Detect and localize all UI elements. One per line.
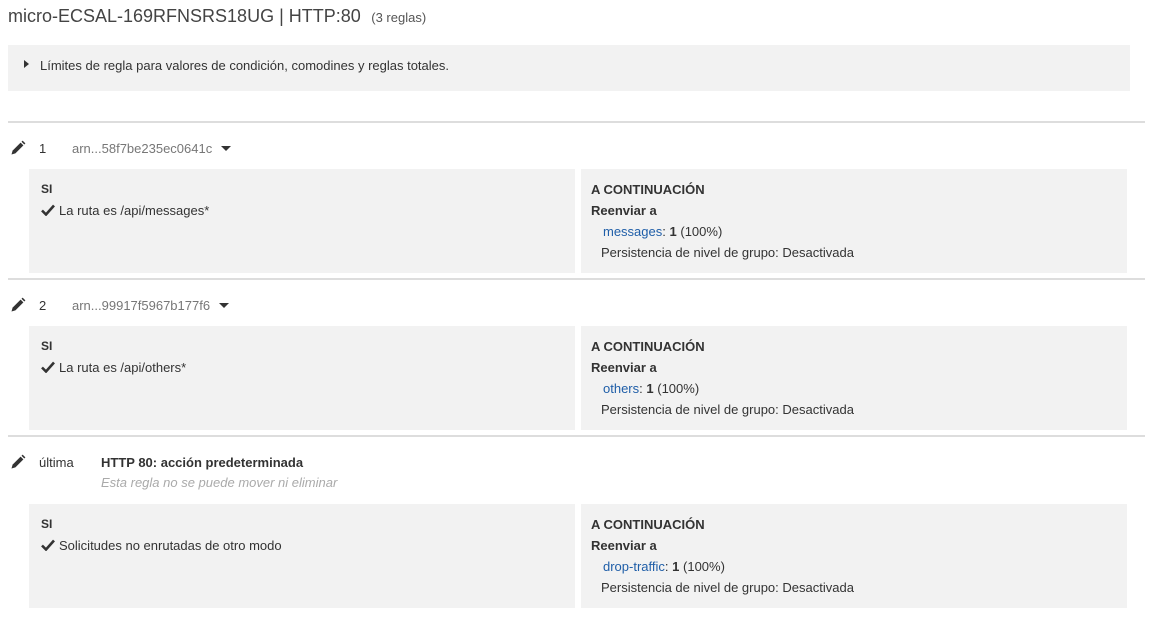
target-weight: 1: [669, 224, 677, 239]
condition-text: La ruta es /api/others*: [59, 360, 187, 375]
page-header: micro-ECSAL-169RFNSRS18UG | HTTP:80 (3 r…: [8, 6, 426, 27]
target-group-link[interactable]: messages: [603, 224, 662, 239]
then-heading: A CONTINUACIÓN: [591, 517, 705, 532]
target-weight: 1: [646, 381, 654, 396]
target-separator: :: [662, 224, 666, 239]
target-weight: 1: [672, 559, 680, 574]
if-heading: SI: [41, 182, 53, 196]
rule-condition: Solicitudes no enrutadas de otro modo: [41, 538, 282, 553]
caret-down-icon[interactable]: [219, 303, 230, 308]
target-group: others: 1 (100%): [603, 381, 699, 396]
rules-count: (3 reglas): [371, 10, 427, 25]
rule-arn-dropdown[interactable]: arn...99917f5967b177f6: [72, 298, 230, 313]
target-separator: :: [639, 381, 643, 396]
target-percent: (100%): [683, 559, 725, 574]
rule-number: 2: [39, 298, 47, 313]
rule-2-then-panel: A CONTINUACIÓN Reenviar a others: 1 (100…: [581, 326, 1127, 430]
rule-arn-text[interactable]: arn...99917f5967b177f6: [72, 298, 210, 313]
pencil-icon[interactable]: [10, 297, 26, 313]
stickiness-status: Persistencia de nivel de grupo: Desactiv…: [601, 245, 854, 260]
check-icon: [41, 539, 55, 551]
check-icon: [41, 204, 55, 216]
target-percent: (100%): [657, 381, 700, 396]
section-divider: [8, 121, 1145, 123]
target-group-link[interactable]: drop-traffic: [603, 559, 665, 574]
rule-condition: La ruta es /api/others*: [41, 360, 186, 375]
target-group: drop-traffic: 1 (100%): [603, 559, 725, 574]
pencil-icon[interactable]: [10, 454, 26, 470]
if-heading: SI: [41, 517, 53, 531]
check-icon: [41, 361, 55, 373]
caret-right-icon[interactable]: [24, 60, 29, 68]
stickiness-status: Persistencia de nivel de grupo: Desactiv…: [601, 580, 854, 595]
section-divider: [8, 278, 1145, 280]
rule-arn-dropdown[interactable]: arn...58f7be235ec0641c: [72, 141, 232, 156]
default-rule-note: Esta regla no se puede mover ni eliminar: [101, 475, 338, 490]
default-then-panel: A CONTINUACIÓN Reenviar a drop-traffic: …: [581, 504, 1127, 608]
rule-number: última: [39, 455, 74, 470]
target-group-link[interactable]: others: [603, 381, 639, 396]
pencil-icon[interactable]: [10, 140, 26, 156]
forward-to-label: Reenviar a: [591, 538, 657, 553]
rule-arn-text[interactable]: arn...58f7be235ec0641c: [72, 141, 212, 156]
page-title: micro-ECSAL-169RFNSRS18UG | HTTP:80: [8, 6, 361, 26]
stickiness-status: Persistencia de nivel de grupo: Desactiv…: [601, 402, 854, 417]
rule-number: 1: [39, 141, 47, 156]
default-rule-header: última HTTP 80: acción predeterminada Es…: [0, 452, 1152, 496]
rule-1-then-panel: A CONTINUACIÓN Reenviar a messages: 1 (1…: [581, 169, 1127, 273]
forward-to-label: Reenviar a: [591, 360, 657, 375]
rule-header-1: 1 arn...58f7be235ec0641c: [0, 138, 1152, 162]
default-rule-title: HTTP 80: acción predeterminada: [101, 455, 304, 470]
condition-text: Solicitudes no enrutadas de otro modo: [59, 538, 282, 553]
rule-header-2: 2 arn...99917f5967b177f6: [0, 295, 1152, 319]
forward-to-label: Reenviar a: [591, 203, 657, 218]
rule-limits-text[interactable]: Límites de regla para valores de condici…: [40, 58, 449, 73]
target-group: messages: 1 (100%): [603, 224, 722, 239]
if-heading: SI: [41, 339, 53, 353]
rule-1-if-panel: SI La ruta es /api/messages*: [29, 169, 575, 273]
condition-text: La ruta es /api/messages*: [59, 203, 210, 218]
then-heading: A CONTINUACIÓN: [591, 339, 705, 354]
rule-condition: La ruta es /api/messages*: [41, 203, 209, 218]
target-separator: :: [664, 559, 669, 574]
rule-2-if-panel: SI La ruta es /api/others*: [29, 326, 575, 430]
caret-down-icon[interactable]: [221, 146, 232, 151]
section-divider: [8, 435, 1145, 437]
rule-limits-expander[interactable]: Límites de regla para valores de condici…: [8, 45, 1130, 91]
then-heading: A CONTINUACIÓN: [591, 182, 705, 197]
target-percent: (100%): [680, 224, 723, 239]
default-if-panel: SI Solicitudes no enrutadas de otro modo: [29, 504, 575, 608]
